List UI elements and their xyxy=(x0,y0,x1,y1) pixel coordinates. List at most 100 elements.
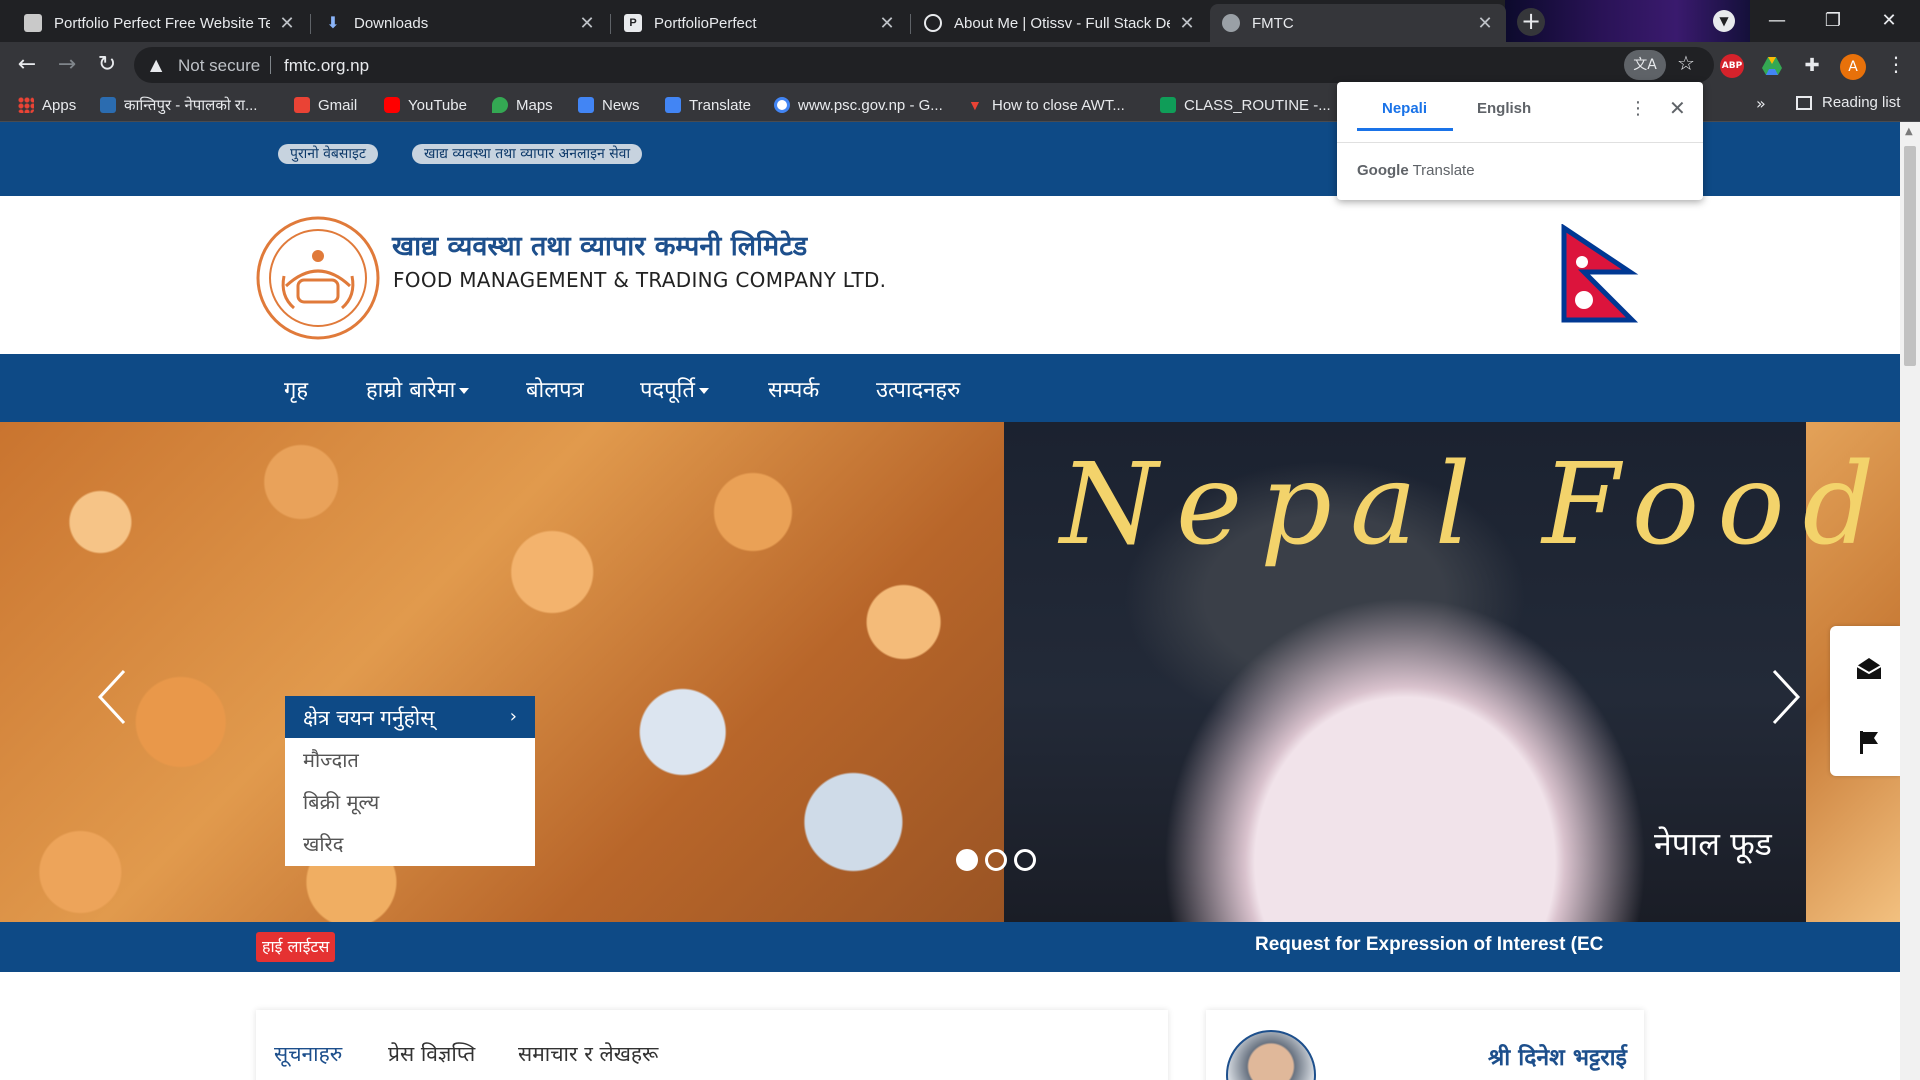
bookmark-label: How to close AWT... xyxy=(992,96,1125,114)
nav-about-us[interactable]: हाम्रो बारेमा xyxy=(366,374,470,404)
bookmark-youtube[interactable]: YouTube xyxy=(384,94,467,116)
mail-open-icon[interactable] xyxy=(1856,656,1882,680)
page-scrollbar[interactable]: ▲ xyxy=(1900,122,1920,1080)
puzzle-icon[interactable]: ✚ xyxy=(1800,54,1824,78)
close-tab-icon[interactable]: ✕ xyxy=(1178,13,1196,34)
drive-icon[interactable] xyxy=(1760,54,1784,78)
tab-news-articles[interactable]: समाचार र लेखहरू xyxy=(518,1040,658,1068)
sector-option-stock[interactable]: मौज्दात xyxy=(285,738,535,780)
nav-label: उत्पादनहरु xyxy=(876,378,961,403)
nav-vacancies[interactable]: पदपूर्ति xyxy=(640,374,709,404)
download-icon: ⬇ xyxy=(326,15,340,32)
tab-portfolioperfect[interactable]: P PortfolioPerfect ✕ xyxy=(612,4,908,42)
reading-list-button[interactable]: Reading list xyxy=(1796,94,1900,111)
bookmark-psc[interactable]: www.psc.gov.np - G... xyxy=(774,94,943,116)
bookmark-gmail[interactable]: Gmail xyxy=(294,94,357,116)
more-bookmarks-icon[interactable]: » xyxy=(1756,94,1766,113)
fmtc-logo[interactable] xyxy=(256,216,380,340)
sheets-icon xyxy=(1160,97,1176,113)
tab-search-icon[interactable]: ▼ xyxy=(1713,10,1735,32)
nepal-food-banner-text: Nepal Food xyxy=(1060,440,1893,570)
translate-close-icon[interactable]: ✕ xyxy=(1669,96,1686,120)
sector-option-purchase[interactable]: खरिद xyxy=(285,822,535,864)
youtube-icon xyxy=(384,97,400,113)
pp-favicon: P xyxy=(624,14,642,32)
slide-caption: नेपाल फूड xyxy=(1654,825,1772,863)
gmail-icon xyxy=(294,97,310,113)
carousel-dot[interactable] xyxy=(1014,849,1036,871)
carousel-dot[interactable] xyxy=(985,849,1007,871)
carousel-prev-icon[interactable] xyxy=(92,667,132,727)
bookmark-label: CLASS_ROUTINE -... xyxy=(1184,96,1331,114)
carousel-next-icon[interactable] xyxy=(1766,667,1806,727)
tab-bar: Portfolio Perfect Free Website Te ✕ ⬇ Do… xyxy=(0,0,1920,42)
translate-tab-english[interactable]: English xyxy=(1477,100,1531,117)
scroll-up-icon[interactable]: ▲ xyxy=(1905,126,1913,137)
translate-page-icon[interactable]: 文A xyxy=(1624,50,1666,80)
close-tab-icon[interactable]: ✕ xyxy=(878,13,896,34)
security-label[interactable]: Not secure xyxy=(178,56,260,76)
close-tab-icon[interactable]: ✕ xyxy=(1476,13,1494,34)
sector-select-header[interactable]: क्षेत्र चयन गर्नुहोस् › xyxy=(285,696,535,738)
forward-icon[interactable]: → xyxy=(52,50,82,80)
flag-icon[interactable] xyxy=(1858,730,1880,754)
nav-label: बोलपत्र xyxy=(526,378,584,403)
bookmark-apps[interactable]: Apps xyxy=(18,94,76,116)
bookmark-news[interactable]: News xyxy=(578,94,640,116)
bookmark-star-icon[interactable]: ☆ xyxy=(1677,51,1695,75)
bookmark-maps[interactable]: Maps xyxy=(492,94,553,116)
highlights-ticker[interactable]: Request for Expression of Interest (EC xyxy=(1255,934,1603,956)
nav-label: सम्पर्क xyxy=(768,378,820,403)
bookmark-label: Apps xyxy=(42,96,77,114)
bookmark-label: YouTube xyxy=(408,96,467,114)
new-tab-button[interactable]: + xyxy=(1517,8,1545,36)
bookmark-kantipur[interactable]: कान्तिपुर - नेपालको रा... xyxy=(100,94,257,116)
maps-icon xyxy=(492,97,508,113)
warning-icon[interactable]: ▲ xyxy=(150,55,162,74)
url-text[interactable]: fmtc.org.np xyxy=(284,56,369,76)
address-bar[interactable]: ▲ Not secure fmtc.org.np 文A ☆ xyxy=(134,47,1714,83)
bookmark-label: News xyxy=(602,96,640,114)
bookmark-label: Maps xyxy=(516,96,553,114)
profile-avatar[interactable]: A xyxy=(1840,54,1866,80)
translate-options-icon[interactable]: ⋮ xyxy=(1629,98,1647,119)
carousel-dot[interactable] xyxy=(956,849,978,871)
nav-contact[interactable]: सम्पर्क xyxy=(768,374,819,404)
online-service-link[interactable]: खाद्य व्यवस्था तथा व्यापार अनलाइन सेवा xyxy=(412,144,643,164)
scrollbar-thumb[interactable] xyxy=(1904,146,1916,366)
omnibox-divider xyxy=(270,56,271,74)
tab-about-me-otissv[interactable]: About Me | Otissv - Full Stack De ✕ xyxy=(912,4,1208,42)
active-tab-indicator xyxy=(1357,128,1453,131)
brand-google: Google xyxy=(1357,162,1409,179)
nav-home[interactable]: गृह xyxy=(284,374,308,404)
window-close-icon[interactable]: ✕ xyxy=(1866,6,1912,36)
sector-select-label: क्षेत्र चयन गर्नुहोस् xyxy=(303,706,435,730)
reading-list-icon xyxy=(1796,95,1812,110)
sector-option-sales-price[interactable]: बिक्री मूल्य xyxy=(285,780,535,822)
nav-tenders[interactable]: बोलपत्र xyxy=(526,374,584,404)
back-icon[interactable]: ← xyxy=(12,50,42,80)
tab-notices[interactable]: सूचनाहरु xyxy=(274,1040,342,1068)
tab-title: FMTC xyxy=(1252,14,1294,32)
globe-icon xyxy=(924,14,942,32)
bookmark-awt[interactable]: ▼ How to close AWT... xyxy=(968,94,1125,116)
nav-products[interactable]: उत्पादनहरु xyxy=(876,374,960,404)
close-tab-icon[interactable]: ✕ xyxy=(278,13,296,34)
close-tab-icon[interactable]: ✕ xyxy=(578,13,596,34)
browser-menu-icon[interactable]: ⋮ xyxy=(1886,52,1906,76)
tab-downloads[interactable]: ⬇ Downloads ✕ xyxy=(312,4,608,42)
bookmark-class-routine[interactable]: CLASS_ROUTINE -... xyxy=(1160,94,1331,116)
adblock-plus-icon[interactable]: ABP xyxy=(1720,54,1744,78)
old-website-link[interactable]: पुरानो वेबसाइट xyxy=(278,144,378,164)
tab-fmtc[interactable]: FMTC ✕ xyxy=(1210,4,1506,42)
tab-press-releases[interactable]: प्रेस विज्ञप्ति xyxy=(388,1040,475,1068)
minimize-icon[interactable]: — xyxy=(1754,6,1800,36)
translate-tab-nepali[interactable]: Nepali xyxy=(1382,100,1427,117)
tab-portfolio-perfect-website[interactable]: Portfolio Perfect Free Website Te ✕ xyxy=(12,4,308,42)
site-header: खाद्य व्यवस्था तथा व्यापार कम्पनी लिमिटे… xyxy=(0,196,1900,354)
official-name: श्री दिनेश भट्टराई xyxy=(1488,1045,1627,1071)
main-navigation: गृह हाम्रो बारेमा बोलपत्र पदपूर्ति सम्पर… xyxy=(0,354,1900,422)
restore-icon[interactable]: ❐ xyxy=(1810,6,1856,36)
bookmark-translate[interactable]: Translate xyxy=(665,94,751,116)
reload-icon[interactable]: ↻ xyxy=(92,50,122,80)
